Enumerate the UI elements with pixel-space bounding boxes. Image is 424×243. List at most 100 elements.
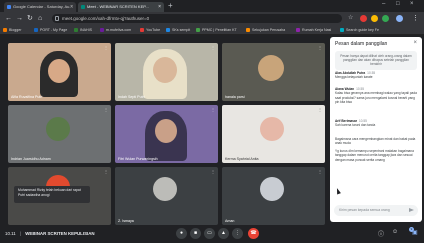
message-text: Yg kurus dlm kemampu sepentrani malakan … xyxy=(335,149,414,162)
more-options-icon[interactable]: ⋮ xyxy=(318,107,322,112)
meeting-title: WEBINAR SCRITEN KEPULISIAN xyxy=(25,231,95,236)
browser-menu-icon[interactable]: ⋮ xyxy=(412,14,419,23)
back-icon[interactable]: ← xyxy=(5,14,12,23)
captions-icon[interactable]: ▭ xyxy=(204,228,215,239)
chat-message: Alas Abdullah Putra 10.55 Mengga ketayuni… xyxy=(335,71,417,80)
present-icon[interactable]: ▲ xyxy=(218,228,229,239)
message-text: Sah karena taruni dan tanda xyxy=(335,123,376,128)
bookmark[interactable]: Search guide key Fe xyxy=(340,26,379,34)
message-sender: Alas Abdullah Putra xyxy=(335,71,366,75)
bookmark-icon xyxy=(74,28,78,32)
join-leave-toast: Muhammad Rizky telah bekuan dari rapat P… xyxy=(14,186,90,203)
bookmark-icon xyxy=(166,28,170,32)
bookmark[interactable]: PPMC | Penelitian KT xyxy=(196,26,237,34)
participant-name: Indah Septi Putri xyxy=(118,95,145,99)
address-url: meet.google.com/xah-dfrmtv-qj?authuser=0 xyxy=(62,16,150,21)
participant-tile[interactable]: ⋮ Indah Septi Putri xyxy=(115,43,218,101)
bookmark[interactable]: Blogger xyxy=(3,26,21,34)
participant-tile[interactable]: ⋮ Alfia Ruvaifina Putri xyxy=(8,43,111,101)
participant-avatar xyxy=(260,117,284,141)
people-icon[interactable]: ☺ xyxy=(392,229,398,235)
bookmark[interactable]: Rumah Kerja Nasi xyxy=(296,26,331,34)
bookmark-icon xyxy=(100,28,104,32)
message-time: 10.55 xyxy=(358,119,367,123)
profile-avatar[interactable] xyxy=(396,15,403,22)
message-time: 10.55 xyxy=(356,87,365,91)
more-options-icon[interactable]: ⋮ xyxy=(104,45,108,50)
send-icon[interactable] xyxy=(409,208,414,212)
message-text: Kalau bisa gerarnya ana membagi walau ya… xyxy=(335,91,417,105)
chat-message: Yg kurus dlm kemampu sepentrani malakan … xyxy=(335,149,417,162)
chat-input-placeholder: Kirim pesan kepada semua orang xyxy=(339,208,390,212)
bookmark[interactable]: m.mufeliva.com xyxy=(100,26,131,34)
message-text: Mengga ketayuniah karate xyxy=(335,75,373,80)
bookmark[interactable]: SKs sempit xyxy=(166,26,190,34)
close-tab-icon[interactable]: × xyxy=(70,2,73,12)
close-tab-icon[interactable]: × xyxy=(158,2,161,12)
meeting-controls-bar: 10.11 | WEBINAR SCRITEN KEPULISIAN ● ■ ▭… xyxy=(0,225,424,243)
bookmark-icon xyxy=(296,28,300,32)
message-text: Bagaimana cara mengembangkan minat dan b… xyxy=(335,137,416,146)
leave-call-icon[interactable]: ☎ xyxy=(248,228,259,239)
lock-icon xyxy=(55,16,59,21)
bookmark[interactable]: PORT - My Page xyxy=(34,26,67,34)
participant-tile[interactable]: ⋮ Kerma Syahrial Anita xyxy=(222,105,325,163)
browser-tab-calendar[interactable]: Google Calendar - Saturday, Au... × xyxy=(4,2,76,12)
home-icon[interactable]: ⌂ xyxy=(38,14,42,23)
participant-tile[interactable]: ⋮ Fitri Wulan Purwaningsih xyxy=(115,105,218,163)
participant-avatar xyxy=(46,117,70,141)
more-options-icon[interactable]: ⋮ xyxy=(318,169,322,174)
participant-name: Aman xyxy=(225,219,235,223)
bookmark[interactable]: YouTube xyxy=(140,26,160,34)
chat-icon[interactable]: ▣ xyxy=(412,229,418,236)
more-options-icon[interactable]: ⋮ xyxy=(211,45,215,50)
tab-title: Google Calendar - Saturday, Au... xyxy=(13,4,73,9)
participant-tile[interactable]: ⋮ Aman xyxy=(222,167,325,225)
more-options-icon[interactable]: ⋮ xyxy=(104,169,108,174)
extension-icon[interactable] xyxy=(371,15,378,22)
bookmark-icon xyxy=(196,28,200,32)
participant-name: hanala parsi xyxy=(225,95,245,99)
new-tab-icon[interactable]: + xyxy=(168,1,173,10)
extension-icon[interactable] xyxy=(360,15,367,22)
microphone-icon[interactable]: ● xyxy=(176,228,187,239)
star-icon[interactable]: ☆ xyxy=(348,14,355,21)
bookmark[interactable]: INAHIS xyxy=(74,26,92,34)
chat-notice: Pesan hanya dapat dilihat oleh orang-ora… xyxy=(335,51,417,70)
participant-avatar xyxy=(260,177,284,201)
bookmark-icon xyxy=(246,28,250,32)
chat-panel: Pesan dalam panggilan × Pesan hanya dapa… xyxy=(330,37,422,222)
participant-tile[interactable]: ⋮ Z. Ismaya xyxy=(115,167,218,225)
camera-icon[interactable]: ■ xyxy=(190,228,201,239)
participant-name: Indrian Juarsidhu Adnam xyxy=(11,157,51,161)
more-options-icon[interactable]: ⋮ xyxy=(211,107,215,112)
maximize-icon[interactable]: □ xyxy=(396,1,400,7)
tab-title: Meet - WEBINAR SCRITEN KEP... xyxy=(87,4,149,9)
separator: | xyxy=(19,231,22,236)
participant-tile[interactable]: ⋮ Indrian Juarsidhu Adnam xyxy=(8,105,111,163)
more-options-icon[interactable]: ⋮ xyxy=(232,228,243,239)
bookmark[interactable]: Sekujukan Perusaha xyxy=(246,26,285,34)
browser-tab-meet[interactable]: Meet - WEBINAR SCRITEN KEP... × xyxy=(78,2,164,12)
message-sender: Aiana Wulan xyxy=(335,87,355,91)
more-options-icon[interactable]: ⋮ xyxy=(211,169,215,174)
more-options-icon[interactable]: ⋮ xyxy=(104,107,108,112)
browser-toolbar: ← → ↻ ⌂ meet.google.com/xah-dfrmtv-qj?au… xyxy=(0,12,424,25)
message-time: 10.55 xyxy=(367,71,376,75)
chat-input[interactable]: Kirim pesan kepada semua orang xyxy=(334,205,418,216)
participant-name: Z. Ismaya xyxy=(118,219,134,223)
address-bar[interactable]: meet.google.com/xah-dfrmtv-qj?authuser=0 xyxy=(52,14,342,23)
chat-message: Bagaimana cara mengembangkan minat dan b… xyxy=(335,137,417,146)
forward-icon[interactable]: → xyxy=(16,14,23,23)
minimize-icon[interactable]: – xyxy=(382,1,385,7)
window-close-icon[interactable]: × xyxy=(410,1,414,7)
info-icon[interactable]: ⓘ xyxy=(378,229,384,238)
bookmark-icon xyxy=(340,28,344,32)
participant-tile[interactable]: ⋮ hanala parsi xyxy=(222,43,325,101)
reload-icon[interactable]: ↻ xyxy=(27,14,33,23)
browser-tab-strip: Google Calendar - Saturday, Au... × Meet… xyxy=(0,0,424,12)
close-icon[interactable]: × xyxy=(413,40,417,46)
extension-icon[interactable] xyxy=(382,15,389,22)
chat-message: Aiana Wulan 10.55 Kalau bisa gerarnya ana… xyxy=(335,87,417,105)
more-options-icon[interactable]: ⋮ xyxy=(318,45,322,50)
